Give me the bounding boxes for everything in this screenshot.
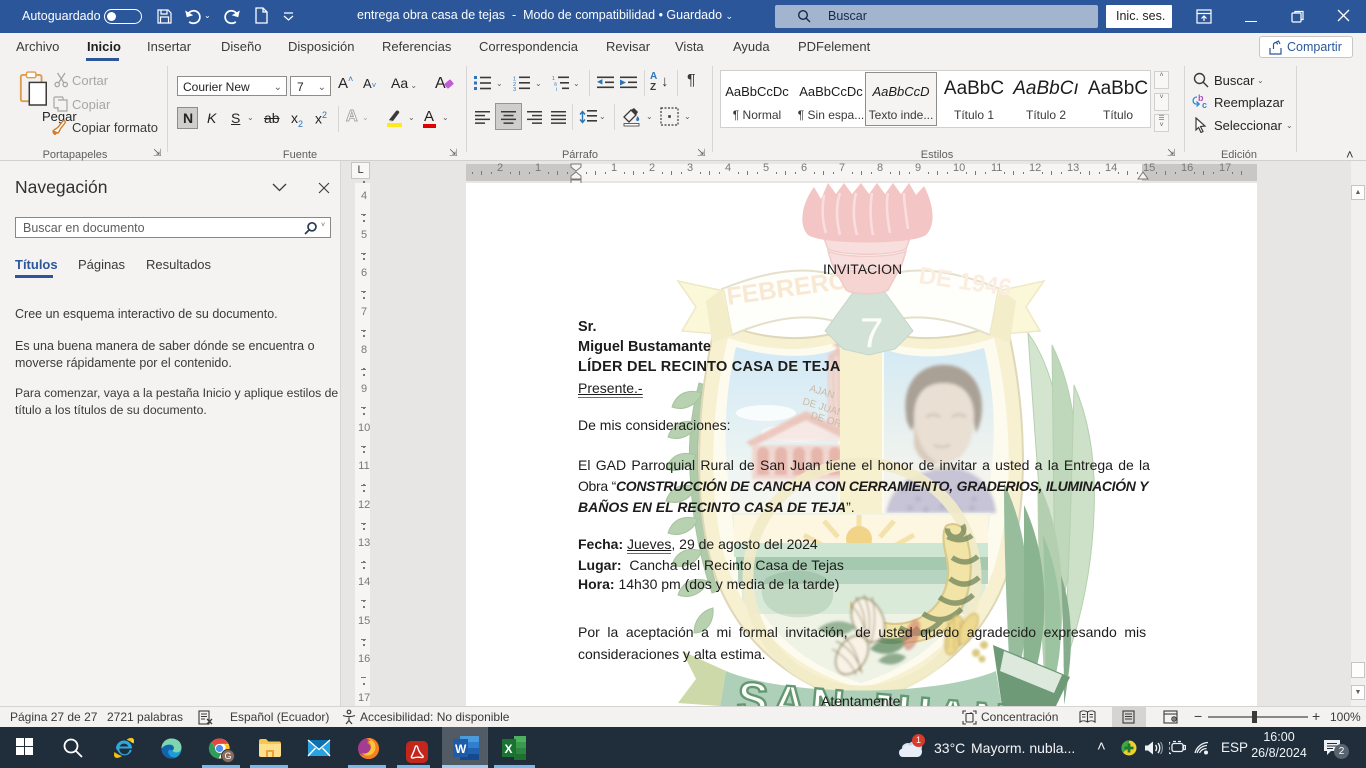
svg-text:X: X [505, 742, 513, 756]
svg-text:c: c [1202, 100, 1207, 110]
svg-text:A: A [435, 75, 446, 92]
svg-text:W: W [455, 742, 467, 756]
svg-text:3: 3 [513, 87, 516, 91]
svg-text:7: 7 [860, 309, 883, 356]
svg-text:i: i [556, 87, 557, 91]
